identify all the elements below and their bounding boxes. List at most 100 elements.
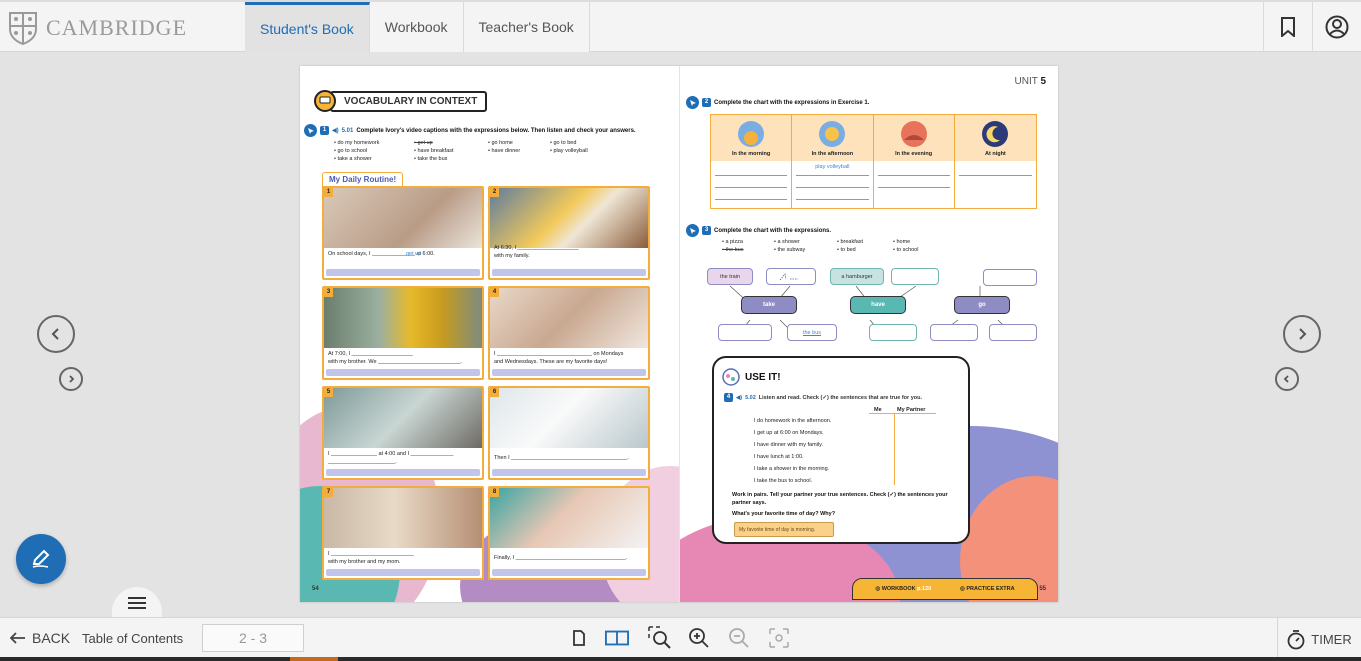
video-progress-bar[interactable]	[326, 469, 480, 476]
map-box-the-bus[interactable]: the bus	[787, 324, 837, 341]
video-progress-bar[interactable]	[492, 369, 646, 376]
video-progress-bar[interactable]	[326, 569, 480, 576]
map-answer-box[interactable]	[766, 268, 816, 285]
back-button[interactable]: BACK	[10, 618, 70, 658]
chart-column-morning[interactable]: In the morning	[711, 115, 793, 208]
expression-item: • have breakfast	[414, 148, 454, 154]
user-account-button[interactable]	[1312, 2, 1361, 52]
caption-card-6[interactable]: 6 Then I _______________________________…	[488, 386, 650, 480]
zoom-out-button[interactable]	[727, 626, 751, 650]
caption-card-1[interactable]: 1 On school days, I ______________ at 6:…	[322, 186, 484, 280]
interactive-cursor-icon[interactable]	[686, 224, 699, 237]
single-page-icon	[573, 630, 585, 646]
card-number: 4	[490, 288, 499, 297]
map-answer-box[interactable]	[930, 324, 978, 341]
use-it-title: USE IT!	[722, 368, 781, 386]
video-progress-bar[interactable]	[326, 369, 480, 376]
audio-track[interactable]: 5.02	[745, 395, 756, 401]
interactive-cursor-icon[interactable]	[686, 96, 699, 109]
audio-track[interactable]: 5.01	[342, 128, 354, 134]
section-title: VOCABULARY IN CONTEXT	[314, 90, 488, 112]
map-answer-box[interactable]	[983, 269, 1037, 286]
workbook-link[interactable]: ◎ WORKBOOK p.129	[875, 586, 931, 592]
expression-item: • play volleyball	[550, 148, 588, 154]
expression-item: • take a shower	[334, 156, 372, 162]
caption-card-2[interactable]: 2 At 6:30, I ____________________ with m…	[488, 186, 650, 280]
chevron-left-icon	[51, 328, 59, 340]
previous-page-button[interactable]	[37, 315, 75, 353]
zoom-in-button[interactable]	[687, 626, 711, 650]
bookmark-button[interactable]	[1263, 2, 1312, 52]
caption-card-3[interactable]: 3 At 7:00, I ____________________ with m…	[322, 286, 484, 380]
page-number-input[interactable]: 2 - 3	[202, 624, 304, 652]
video-progress-bar[interactable]	[492, 569, 646, 576]
zoom-area-icon	[648, 626, 671, 649]
exercise-number: 1	[320, 126, 329, 135]
annotate-button[interactable]	[16, 534, 66, 584]
expression-item: • a shower	[774, 239, 800, 245]
timer-button[interactable]: TIMER	[1277, 618, 1361, 661]
map-answer-box[interactable]	[891, 268, 939, 285]
video-progress-bar[interactable]	[492, 269, 646, 276]
previous-single-page-button[interactable]	[59, 367, 83, 391]
column-header: In the afternoon	[811, 150, 854, 157]
next-single-page-button[interactable]	[1275, 367, 1299, 391]
checklist-row[interactable]: I take the bus to school.	[754, 478, 812, 484]
checklist-row[interactable]: I get up at 6:00 on Mondays.	[754, 430, 824, 436]
instruction-text: Complete the chart with the expressions.	[714, 227, 832, 234]
map-answer-box[interactable]	[869, 324, 917, 341]
caption-card-5[interactable]: 5 I _______________ at 4:00 and I ______…	[322, 386, 484, 480]
tab-teachers-book[interactable]: Teacher's Book	[463, 2, 590, 52]
column-header: In the morning	[732, 150, 771, 157]
table-of-contents-button[interactable]: Table of Contents	[82, 618, 183, 658]
practice-extra-link[interactable]: ◎ PRACTICE EXTRA	[960, 586, 1015, 592]
audio-icon[interactable]: ◀)	[736, 395, 742, 401]
chart-column-evening[interactable]: In the evening	[873, 115, 955, 208]
photo-homework	[324, 388, 482, 448]
toolbar-menu-toggle[interactable]	[112, 587, 162, 619]
video-progress-bar[interactable]	[492, 469, 646, 476]
speech-bubble-icon	[314, 90, 336, 112]
caption-card-4[interactable]: 4 I _______________________________ on M…	[488, 286, 650, 380]
use-it-box: USE IT! 4 ◀) 5.02 Listen and read. Check…	[712, 356, 970, 544]
map-box-the-train: the train	[707, 268, 753, 285]
card-number: 2	[490, 188, 499, 197]
photo-sleeping	[490, 488, 648, 548]
expression-list: • do my homework • get up • go home • go…	[334, 140, 610, 162]
checklist-row[interactable]: I have dinner with my family.	[754, 442, 823, 448]
sun-icon	[819, 120, 846, 147]
map-answer-box[interactable]	[718, 324, 772, 341]
fit-page-button[interactable]	[767, 626, 791, 650]
double-page-icon	[605, 630, 629, 646]
chart-column-afternoon[interactable]: In the afternoon play volleyball	[792, 115, 874, 208]
caption-text: Then I _________________________________…	[494, 455, 629, 461]
book-spread: VOCABULARY IN CONTEXT 1 ◀) 5.01 Complete…	[300, 66, 1058, 602]
tab-students-book[interactable]: Student's Book	[245, 2, 370, 52]
expression-item: • go home	[488, 140, 513, 146]
double-page-view-button[interactable]	[605, 626, 629, 650]
interactive-cursor-icon[interactable]	[304, 124, 317, 137]
checklist-row[interactable]: I have lunch at 1:00.	[754, 454, 804, 460]
single-page-view-button[interactable]	[567, 626, 591, 650]
checklist-row[interactable]: I do homework in the afternoon.	[754, 418, 831, 424]
globe-chat-icon	[722, 368, 740, 386]
cambridge-logo[interactable]: CAMBRIDGE	[8, 10, 187, 46]
map-answer-box[interactable]	[989, 324, 1037, 341]
caption-answer: get up	[406, 251, 422, 257]
photo-volleyball	[490, 288, 648, 348]
chart-column-night[interactable]: At night	[954, 115, 1036, 208]
audio-icon[interactable]: ◀)	[332, 127, 339, 134]
expression-item: • the bus	[722, 247, 744, 253]
video-progress-bar[interactable]	[326, 269, 480, 276]
speech-bubble-example: My favorite time of day is morning.	[734, 522, 834, 537]
caption-text: Finally, I _____________________________…	[494, 555, 628, 561]
caption-card-8[interactable]: 8 Finally, I ___________________________…	[488, 486, 650, 580]
zoom-out-icon	[729, 628, 749, 648]
checklist-row[interactable]: I take a shower in the morning.	[754, 466, 829, 472]
next-page-button[interactable]	[1283, 315, 1321, 353]
zoom-area-button[interactable]	[648, 626, 672, 650]
caption-card-7[interactable]: 7 I ___________________________ with my …	[322, 486, 484, 580]
cambridge-crest-icon	[9, 12, 37, 45]
section-title-label: VOCABULARY IN CONTEXT	[330, 90, 488, 112]
tab-workbook[interactable]: Workbook	[369, 2, 464, 52]
